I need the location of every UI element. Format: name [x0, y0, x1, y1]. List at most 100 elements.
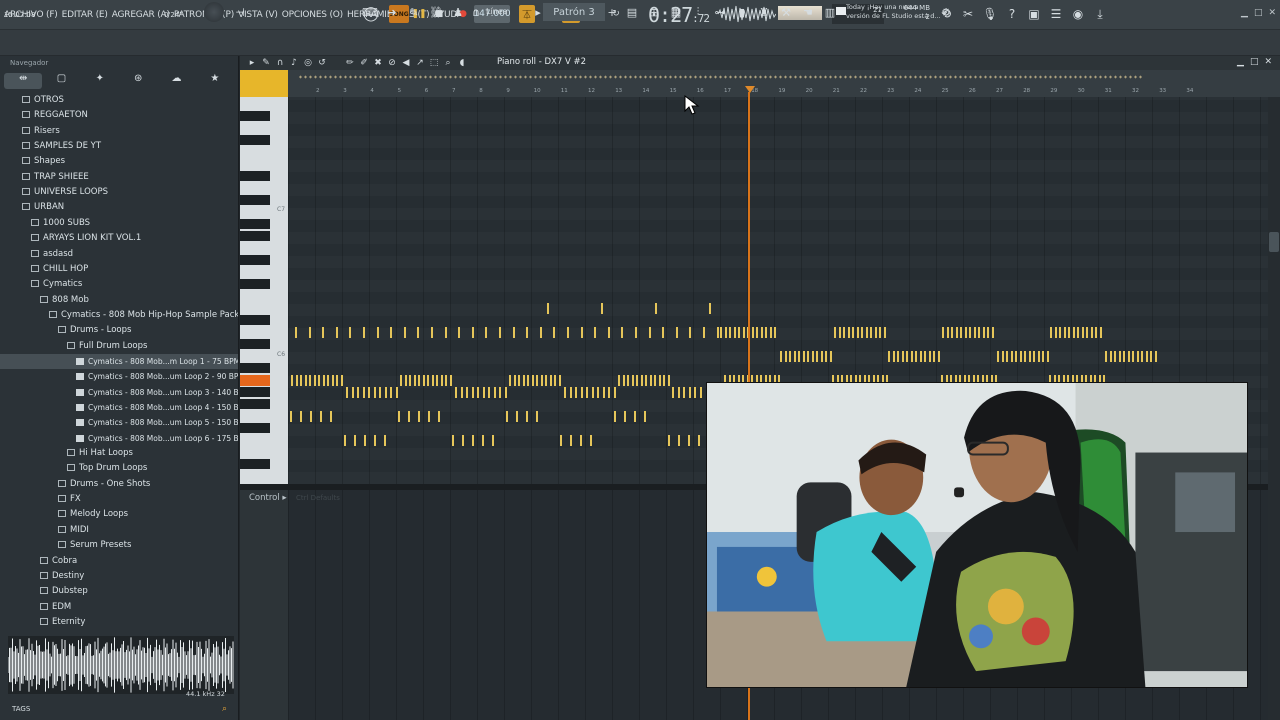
browser-folder-item[interactable]: OTROS: [0, 93, 238, 108]
black-key[interactable]: [240, 111, 270, 121]
browser-folder-item[interactable]: Full Drum Loops: [0, 339, 238, 354]
magnet-icon[interactable]: ∩: [468, 4, 484, 20]
browser-folder-item[interactable]: REGGAETON: [0, 108, 238, 123]
pr-draw-icon[interactable]: ✏: [344, 57, 356, 69]
plugin-icon[interactable]: ♜: [756, 4, 772, 20]
browser-tab-plugins[interactable]: ✦: [81, 73, 119, 89]
news-icon[interactable]: ▥: [822, 4, 838, 20]
black-key[interactable]: [240, 423, 270, 433]
browser-folder-item[interactable]: Cobra: [0, 554, 238, 569]
playhead-marker[interactable]: [745, 86, 755, 93]
browser-tab-files[interactable]: ▢: [42, 73, 80, 89]
help-icon[interactable]: ?: [1004, 6, 1020, 22]
black-key[interactable]: [240, 387, 270, 397]
browser-folder-item[interactable]: Drums - Loops: [0, 323, 238, 338]
browser-folder-item[interactable]: TRAP SHIEEE: [0, 170, 238, 185]
black-key[interactable]: [240, 255, 270, 265]
black-key[interactable]: [240, 339, 270, 349]
browser-folder-item[interactable]: 808 Mob: [0, 293, 238, 308]
mixer-icon[interactable]: ☰: [1048, 6, 1064, 22]
browser-file-item[interactable]: Cymatics - 808 Mob...m Loop 1 - 75 BPM: [0, 353, 238, 369]
playlist-icon[interactable]: ▤: [624, 4, 640, 20]
pr-slice-icon[interactable]: ↗: [414, 57, 426, 69]
pr-minimize-icon[interactable]: ▁: [1237, 57, 1244, 67]
scrollbar-thumb[interactable]: [1269, 232, 1279, 252]
microphone-icon[interactable]: 🎙: [982, 6, 998, 22]
browser-file-item[interactable]: Cymatics - 808 Mob...um Loop 3 - 140 BPM: [0, 385, 238, 400]
browser-folder-item[interactable]: URBAN: [0, 200, 238, 215]
pr-magnet-icon[interactable]: ∩: [274, 57, 286, 69]
vertical-scrollbar[interactable]: [1268, 97, 1280, 720]
pr-paint-icon[interactable]: ✐: [358, 57, 370, 69]
menu-agregar[interactable]: AGREGAR (A): [112, 10, 170, 20]
piano-roll-title[interactable]: Piano roll - DX7 V #2: [497, 57, 586, 67]
save-icon[interactable]: ▣: [1026, 6, 1042, 22]
browser-folder-item[interactable]: Shapes: [0, 154, 238, 169]
black-key[interactable]: [240, 399, 270, 409]
pr-mute-icon[interactable]: ⊘: [386, 57, 398, 69]
sample-preview-waveform[interactable]: [8, 636, 234, 694]
piano-roll-icon[interactable]: ▦: [668, 4, 684, 20]
browser-tree-icon[interactable]: ⊶: [712, 4, 728, 20]
browser-tab-favorites[interactable]: ★: [196, 73, 234, 89]
browser-folder-item[interactable]: Cymatics - 808 Mob Hip-Hop Sample Pack: [0, 308, 238, 323]
browser-folder-item[interactable]: Eternity: [0, 615, 238, 628]
master-pitch-knob[interactable]: [204, 2, 224, 22]
pr-playback-icon[interactable]: ◖: [456, 57, 468, 69]
browser-folder-item[interactable]: FX: [0, 492, 238, 507]
black-key[interactable]: [240, 135, 270, 145]
pr-menu-icon[interactable]: ▸: [246, 57, 258, 69]
pr-select-icon[interactable]: ⬚: [428, 57, 440, 69]
touch-icon[interactable]: ☚: [800, 4, 816, 20]
arrow-right-icon[interactable]: ➜: [384, 4, 400, 20]
pr-close-icon[interactable]: ✕: [1264, 57, 1272, 67]
browser-folder-item[interactable]: CHILL HOP: [0, 262, 238, 277]
browser-folder-item[interactable]: ARYAYS LION KIT VOL.1: [0, 231, 238, 246]
browser-folder-item[interactable]: asdasd: [0, 247, 238, 262]
browser-folder-item[interactable]: Risers: [0, 124, 238, 139]
browser-file-item[interactable]: Cymatics - 808 Mob...um Loop 6 - 175 BPM: [0, 431, 238, 446]
settings-gear-icon[interactable]: ⚙: [938, 4, 954, 20]
pitch-arrow-icon[interactable]: ⊣: [232, 4, 248, 20]
pattern-selector[interactable]: Patrón 3: [543, 3, 605, 21]
minimize-icon[interactable]: ▁: [1241, 8, 1248, 18]
link-icon[interactable]: ⛓: [428, 4, 444, 20]
chat-icon[interactable]: ◉: [1070, 6, 1086, 22]
browser-folder-item[interactable]: UNIVERSE LOOPS: [0, 185, 238, 200]
black-key[interactable]: [240, 171, 270, 181]
tags-label[interactable]: TAGS: [12, 705, 30, 713]
pr-stamp-icon[interactable]: ♪: [288, 57, 300, 69]
download-icon[interactable]: ⤓: [1092, 6, 1108, 22]
browser-folder-item[interactable]: Melody Loops: [0, 507, 238, 522]
snap-selector[interactable]: Línea: [486, 7, 508, 16]
pr-delete-icon[interactable]: ✖: [372, 57, 384, 69]
piano-keyboard[interactable]: [240, 97, 288, 484]
maximize-icon[interactable]: □: [1254, 8, 1263, 18]
control-selector[interactable]: Control ▸: [249, 493, 287, 503]
pencil-icon[interactable]: ✎: [406, 4, 422, 20]
browser-tab-all[interactable]: ⇹: [4, 73, 43, 89]
browser-folder-item[interactable]: Top Drum Loops: [0, 461, 238, 476]
browser-tab-cloud[interactable]: ☁: [157, 73, 195, 89]
stamp-icon[interactable]: ♟: [450, 4, 466, 20]
piano-roll-corner[interactable]: [240, 70, 288, 97]
browser-folder-item[interactable]: Drums - One Shots: [0, 477, 238, 492]
cut-icon[interactable]: ✂: [960, 6, 976, 22]
black-key[interactable]: [240, 459, 270, 469]
pr-slip-icon[interactable]: ◀: [400, 57, 412, 69]
add-pattern-icon[interactable]: +: [604, 4, 620, 20]
pr-loop-icon[interactable]: ↺: [316, 57, 328, 69]
browser-folder-item[interactable]: Destiny: [0, 569, 238, 584]
black-key[interactable]: [240, 315, 270, 325]
menu-editar[interactable]: EDITAR (E): [62, 10, 108, 20]
browser-file-item[interactable]: Cymatics - 808 Mob...um Loop 4 - 150 BPM: [0, 400, 238, 415]
black-key[interactable]: [240, 279, 270, 289]
close-icon[interactable]: ✕: [1268, 8, 1276, 18]
pr-zoom-icon[interactable]: ⌕: [442, 57, 454, 69]
browser-folder-item[interactable]: SAMPLES DE YT: [0, 139, 238, 154]
menu-opciones[interactable]: OPCIONES (O): [282, 10, 343, 20]
browser-folder-item[interactable]: EDM: [0, 600, 238, 615]
news-panel[interactable]: Today ¡Hay una nueva versión de FL Studi…: [846, 3, 941, 21]
browser-file-item[interactable]: Cymatics - 808 Mob...um Loop 5 - 150 BPM: [0, 415, 238, 430]
browser-folder-item[interactable]: 1000 SUBS: [0, 216, 238, 231]
